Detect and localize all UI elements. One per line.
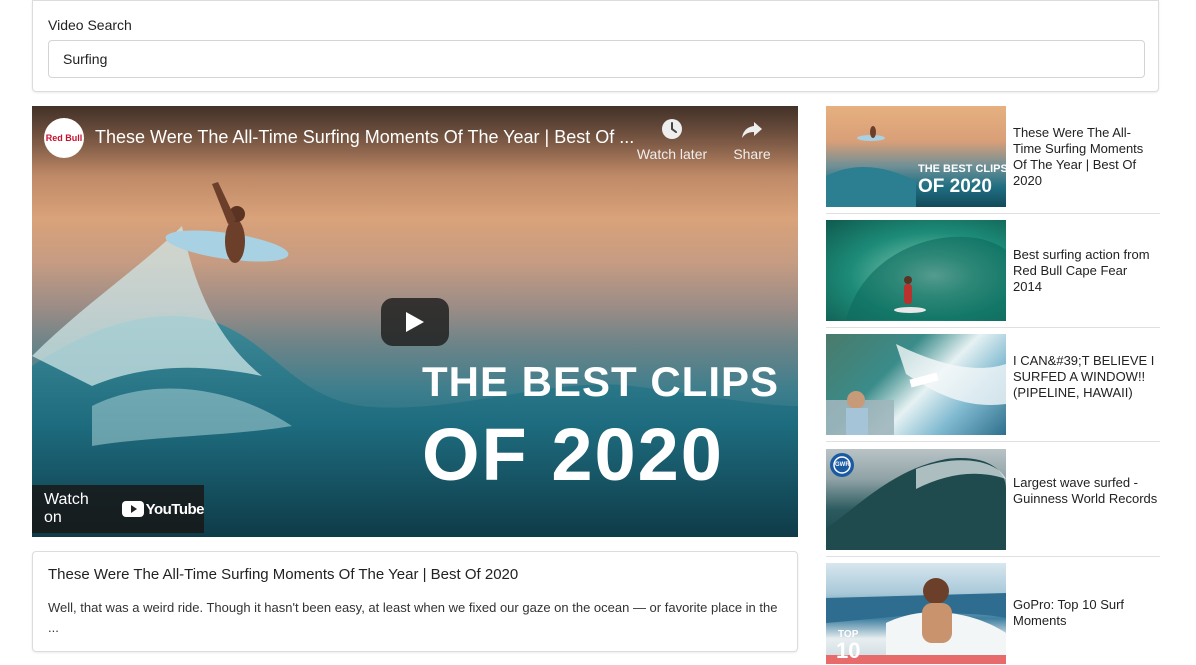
thumbnail-overlay-line2: OF 2020 <box>422 413 724 496</box>
video-thumbnail[interactable]: THE BEST CLIPS OF 2020 <box>826 106 1006 207</box>
video-list-item-title[interactable]: Largest wave surfed - Guinness World Rec… <box>1013 475 1159 507</box>
search-card: Video Search <box>32 0 1159 92</box>
share-arrow-icon <box>742 122 762 138</box>
search-input[interactable] <box>48 40 1145 78</box>
video-thumbnail[interactable] <box>826 220 1006 321</box>
search-label: Video Search <box>48 17 132 33</box>
thumbnail-text-line1: THE BEST CLIPS <box>918 163 1006 175</box>
thumbnail-image <box>826 453 1006 550</box>
video-list-item-title[interactable]: Best surfing action from Red Bull Cape F… <box>1013 247 1159 295</box>
thumbnail-badge-text: GWR <box>835 462 850 468</box>
thumbnail-text-line2: OF 2020 <box>918 176 992 197</box>
play-button[interactable] <box>381 298 449 346</box>
thumbnail-text-line2: 10 <box>836 638 861 663</box>
video-list-item[interactable]: GWR Largest wave surfed - Guinness World… <box>826 449 1160 557</box>
video-list-item[interactable]: THE BEST CLIPS OF 2020 These Were The Al… <box>826 106 1160 214</box>
video-list-item[interactable]: I CAN&#39;T BELIEVE I SURFED A WINDOW!! … <box>826 334 1160 442</box>
share-label: Share <box>733 146 771 162</box>
video-list-item-title[interactable]: I CAN&#39;T BELIEVE I SURFED A WINDOW!! … <box>1013 353 1159 401</box>
video-thumbnail[interactable]: TOP 10 <box>826 563 1006 664</box>
clock-icon <box>662 119 682 139</box>
video-player[interactable]: Red Bull These Were The All-Time Surfing… <box>32 106 798 537</box>
video-thumbnail[interactable] <box>826 334 1006 435</box>
video-list-item-title[interactable]: These Were The All-Time Surfing Moments … <box>1013 125 1159 189</box>
video-detail-card: These Were The All-Time Surfing Moments … <box>32 551 798 652</box>
youtube-wordmark: YouTube <box>145 500 205 518</box>
thumbnail-image <box>826 344 1006 435</box>
play-icon <box>406 312 424 332</box>
thumbnail-overlay-line1: THE BEST CLIPS <box>422 358 780 405</box>
video-thumbnail[interactable]: GWR <box>826 449 1006 550</box>
watch-on-label: Watch on <box>44 491 89 526</box>
share-button[interactable]: Share <box>712 118 792 162</box>
channel-logo-text: Red Bull <box>45 132 83 143</box>
video-detail-title: These Were The All-Time Surfing Moments … <box>48 566 519 583</box>
youtube-play-icon <box>121 501 144 517</box>
video-list-item[interactable]: Best surfing action from Red Bull Cape F… <box>826 220 1160 328</box>
watch-later-label: Watch later <box>636 146 708 162</box>
video-detail-description: Well, that was a weird ride. Though it h… <box>48 600 778 635</box>
watch-on-youtube-button[interactable]: Watch on YouTube <box>32 485 205 533</box>
video-list-item-title[interactable]: GoPro: Top 10 Surf Moments <box>1013 597 1159 629</box>
youtube-logo: YouTube <box>121 500 205 518</box>
channel-logo[interactable]: Red Bull <box>44 118 84 158</box>
thumbnail-image <box>846 236 1006 321</box>
watch-later-button[interactable]: Watch later <box>632 118 712 162</box>
video-list-item[interactable]: TOP 10 GoPro: Top 10 Surf Moments <box>826 563 1160 665</box>
player-title[interactable]: These Were The All-Time Surfing Moments … <box>95 127 635 148</box>
